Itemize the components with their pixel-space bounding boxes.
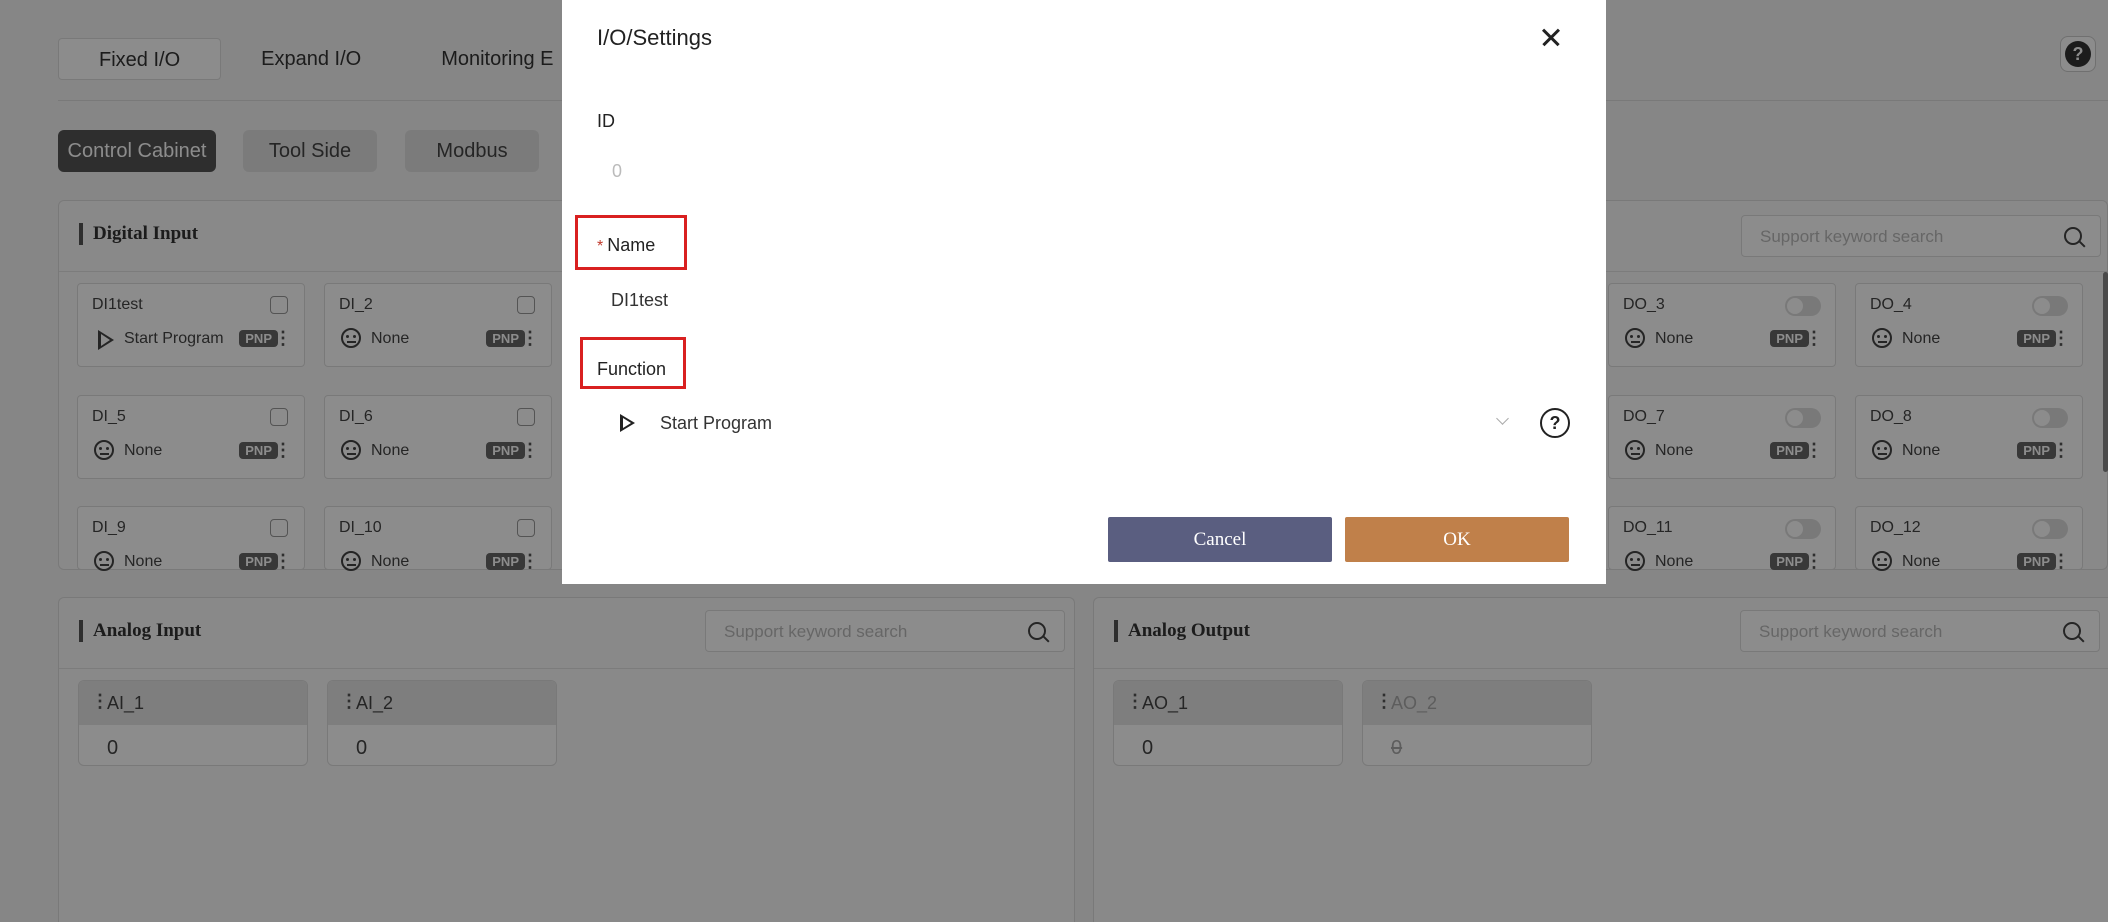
id-label: ID [597, 111, 615, 131]
io-settings-dialog: I/O/Settings ID *Name DI1test Function S… [562, 0, 1606, 584]
play-icon [620, 414, 635, 432]
cancel-button[interactable]: Cancel [1108, 517, 1332, 562]
id-field[interactable] [610, 160, 1014, 183]
help-circle-icon[interactable]: ? [1540, 408, 1570, 438]
ok-button[interactable]: OK [1345, 517, 1569, 562]
chevron-down-icon[interactable] [1496, 412, 1509, 425]
function-label: Function [597, 359, 667, 379]
name-label: * Name [597, 235, 655, 256]
name-label-text: Name [607, 235, 656, 255]
dialog-title: I/O/Settings [597, 25, 712, 50]
function-select-value: Start Program [660, 413, 773, 433]
function-select[interactable]: Start Program [612, 400, 1532, 446]
name-field[interactable]: DI1test [611, 290, 668, 311]
required-mark: * [597, 238, 604, 255]
close-icon[interactable] [1536, 22, 1566, 52]
